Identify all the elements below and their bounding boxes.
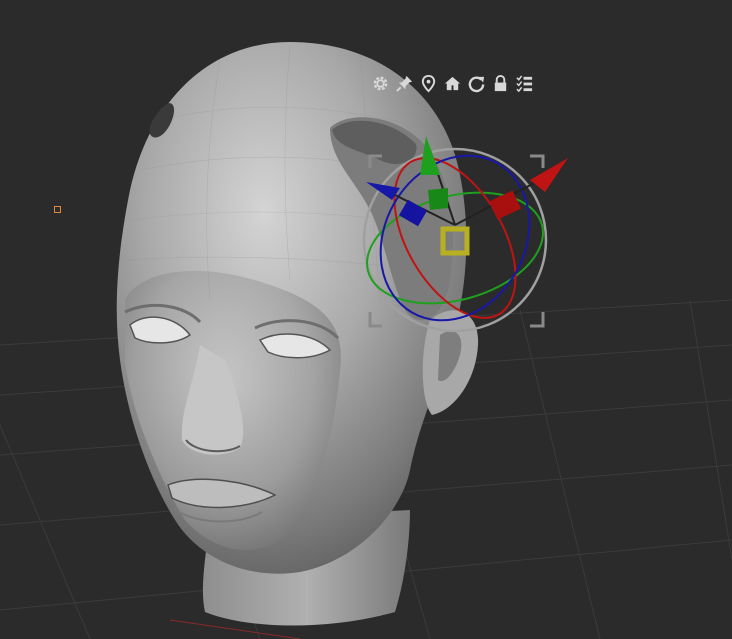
gizmo-axis-x-arrow[interactable]	[530, 158, 568, 192]
pin-icon[interactable]	[394, 73, 415, 94]
gizmo-axis-y-scale[interactable]	[428, 188, 448, 210]
lock-icon[interactable]	[490, 73, 511, 94]
gear-icon[interactable]	[370, 73, 391, 94]
3d-viewport[interactable]	[0, 0, 732, 639]
location-pin-icon[interactable]	[418, 73, 439, 94]
pivot-marker[interactable]	[54, 206, 61, 213]
gizmo-axis-x-scale[interactable]	[488, 190, 522, 220]
home-icon[interactable]	[442, 73, 463, 94]
checklist-icon[interactable]	[514, 73, 535, 94]
gizmo-toolbar	[370, 72, 535, 94]
reset-icon[interactable]	[466, 73, 487, 94]
